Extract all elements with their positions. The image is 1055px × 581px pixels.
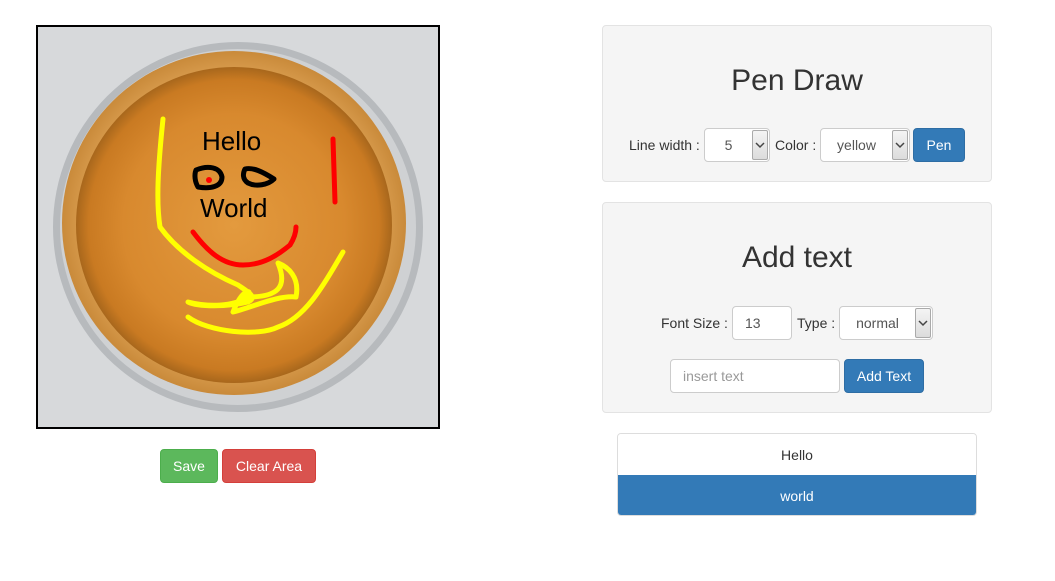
chevron-down-icon bbox=[915, 308, 931, 338]
canvas-text-hello: Hello bbox=[202, 126, 261, 156]
line-width-label: Line width : bbox=[629, 137, 700, 153]
red-dot bbox=[206, 177, 212, 183]
pen-button[interactable]: Pen bbox=[913, 128, 965, 162]
drawing-canvas[interactable]: Hello World bbox=[36, 25, 440, 429]
add-text-title: Add text bbox=[741, 241, 853, 274]
text-input[interactable]: insert text bbox=[670, 359, 840, 393]
type-label: Type : bbox=[797, 315, 836, 331]
tart-surface bbox=[76, 67, 392, 383]
canvas-image: Hello World bbox=[38, 27, 438, 427]
pen-draw-title: Pen Draw bbox=[731, 64, 863, 97]
canvas-text-world: World bbox=[200, 193, 267, 223]
font-size-value: 13 bbox=[745, 315, 761, 331]
color-value: yellow bbox=[837, 137, 876, 153]
list-item[interactable]: world bbox=[618, 475, 976, 515]
font-size-input[interactable]: 13 bbox=[732, 306, 792, 340]
add-text-panel: Add text Font Size : 13 Type : normal in… bbox=[602, 202, 992, 413]
clear-area-button[interactable]: Clear Area bbox=[222, 449, 316, 483]
line-width-value: 5 bbox=[724, 137, 733, 153]
chevron-down-icon bbox=[752, 130, 768, 160]
chevron-down-icon bbox=[892, 130, 908, 160]
type-value: normal bbox=[856, 315, 899, 331]
line-width-select[interactable]: 5 bbox=[704, 128, 770, 162]
color-label: Color : bbox=[775, 137, 817, 153]
list-item[interactable]: Hello bbox=[618, 434, 976, 475]
pen-draw-panel: Pen Draw Line width : 5 Color : yellow P… bbox=[602, 25, 992, 182]
text-list: Hello world bbox=[617, 433, 977, 516]
font-size-label: Font Size : bbox=[661, 315, 728, 331]
save-button[interactable]: Save bbox=[160, 449, 218, 483]
type-select[interactable]: normal bbox=[839, 306, 933, 340]
add-text-button[interactable]: Add Text bbox=[844, 359, 924, 393]
color-select[interactable]: yellow bbox=[820, 128, 910, 162]
text-input-placeholder: insert text bbox=[683, 368, 744, 384]
